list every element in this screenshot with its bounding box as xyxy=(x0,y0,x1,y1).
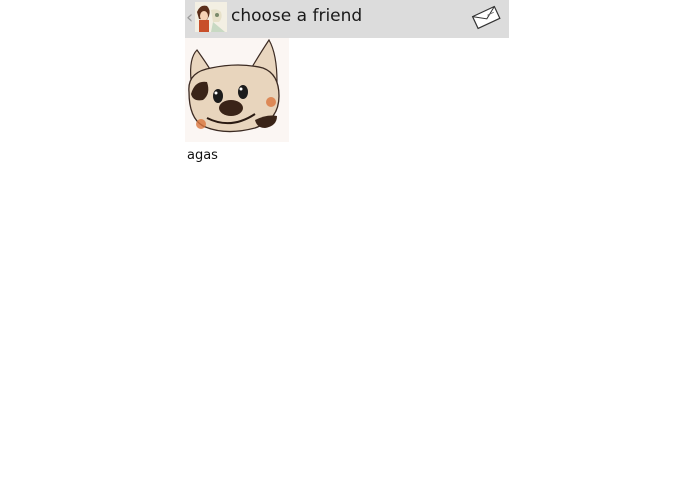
friend-avatar[interactable] xyxy=(185,38,289,142)
page-title: choose a friend xyxy=(231,6,363,26)
friend-tile[interactable]: agas xyxy=(185,38,289,166)
envelope-icon[interactable] xyxy=(471,4,501,30)
app-screen: ‹ choose a friend agas xyxy=(185,0,509,494)
friend-name: agas xyxy=(187,148,218,163)
app-avatar-icon[interactable] xyxy=(195,2,227,32)
action-bar: ‹ choose a friend xyxy=(185,0,509,38)
